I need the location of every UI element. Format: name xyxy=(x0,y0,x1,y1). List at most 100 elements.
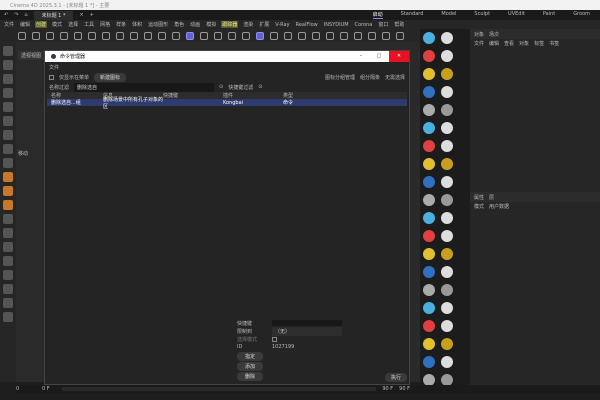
menu-item[interactable]: 网格 xyxy=(99,21,111,28)
timeline-slider[interactable] xyxy=(62,387,377,391)
tool-icon[interactable] xyxy=(3,116,13,126)
object-icon[interactable] xyxy=(423,338,435,350)
menu-item[interactable]: 动画 xyxy=(189,21,201,28)
object-icon[interactable] xyxy=(441,158,453,170)
tool-icon[interactable] xyxy=(3,242,13,252)
object-icon[interactable] xyxy=(441,104,453,116)
object-icon[interactable] xyxy=(441,32,453,44)
tool-icon[interactable] xyxy=(186,31,194,40)
object-icon[interactable] xyxy=(423,176,435,188)
tool-icon[interactable] xyxy=(3,88,13,98)
attr-menu-userdata[interactable]: 用户数据 xyxy=(489,203,509,210)
tool-icon[interactable] xyxy=(3,186,13,196)
menu-item[interactable]: 帮助 xyxy=(393,21,405,28)
layout-tab[interactable]: Sculpt xyxy=(474,11,490,19)
object-icon[interactable] xyxy=(423,356,435,368)
tool-icon[interactable] xyxy=(270,31,278,40)
table-row[interactable]: 删除选自...组 删除场景中所有孔子对象的区 Kongbai 命令 xyxy=(47,97,407,110)
close-button[interactable]: ✕ xyxy=(389,51,409,62)
menu-item[interactable]: 运动图形 xyxy=(147,21,169,28)
tool-icon[interactable] xyxy=(214,31,222,40)
end-frame[interactable]: 90 F xyxy=(382,386,393,392)
menu-item[interactable]: 扩展 xyxy=(258,21,270,28)
object-menu-item[interactable]: 标签 xyxy=(534,40,544,47)
object-icon[interactable] xyxy=(441,230,453,242)
object-icon[interactable] xyxy=(441,50,453,62)
layout-tab[interactable]: Model xyxy=(441,11,456,19)
tool-icon[interactable] xyxy=(130,31,138,40)
object-icon[interactable] xyxy=(423,104,435,116)
tab-takes[interactable]: 场次 xyxy=(489,31,499,38)
object-icon[interactable] xyxy=(423,86,435,98)
tool-icon[interactable] xyxy=(284,31,292,40)
icon-group-button[interactable]: 图标分组管理 xyxy=(325,74,355,81)
col-type[interactable]: 类型 xyxy=(283,92,343,99)
object-icon[interactable] xyxy=(423,230,435,242)
tool-icon[interactable] xyxy=(242,31,250,40)
tool-icon[interactable] xyxy=(340,31,348,40)
tool-icon[interactable] xyxy=(18,31,26,40)
clear-filter-icon[interactable]: ⊙ xyxy=(219,84,223,90)
layout-tab[interactable]: Standard xyxy=(401,11,424,19)
tool-icon[interactable] xyxy=(3,172,13,182)
menu-item[interactable]: 编辑 xyxy=(19,21,31,28)
tool-icon[interactable] xyxy=(354,31,362,40)
only-menu-checkbox[interactable] xyxy=(49,74,54,80)
shortcut-input[interactable] xyxy=(272,320,342,326)
object-icon[interactable] xyxy=(423,68,435,80)
menu-item[interactable]: 文件 xyxy=(3,21,15,28)
tool-icon[interactable] xyxy=(3,298,13,308)
layout-tab[interactable]: Paint xyxy=(543,11,555,19)
tool-icon[interactable] xyxy=(116,31,124,40)
undo-icon[interactable]: ↶ xyxy=(4,12,8,18)
object-menu-item[interactable]: 查看 xyxy=(504,40,514,47)
col-name[interactable]: 名称 xyxy=(47,92,103,99)
object-icon[interactable] xyxy=(423,140,435,152)
restrict-select[interactable]: （无） xyxy=(272,326,342,336)
object-icon[interactable] xyxy=(441,338,453,350)
menu-item[interactable]: RealFlow xyxy=(295,22,319,28)
tool-icon[interactable] xyxy=(3,312,13,322)
tool-icon[interactable] xyxy=(3,130,13,140)
select-mode-checkbox[interactable] xyxy=(272,336,277,342)
menu-item[interactable]: 窗口 xyxy=(377,21,389,28)
redo-icon[interactable]: ↷ xyxy=(14,12,18,18)
object-icon[interactable] xyxy=(423,302,435,314)
menu-item[interactable]: 工具 xyxy=(83,21,95,28)
object-icon[interactable] xyxy=(441,194,453,206)
add-button[interactable]: 添加 xyxy=(237,361,263,371)
tool-icon[interactable] xyxy=(3,228,13,238)
object-icon[interactable] xyxy=(441,266,453,278)
menu-item[interactable]: 选择 xyxy=(67,21,79,28)
menu-item[interactable]: 模拟 xyxy=(205,21,217,28)
menu-item[interactable]: 角色 xyxy=(173,21,185,28)
tool-icon[interactable] xyxy=(172,31,180,40)
minimize-button[interactable]: – xyxy=(353,51,369,62)
menu-item[interactable]: Corona xyxy=(354,22,374,28)
object-menu-item[interactable]: 书签 xyxy=(549,40,559,47)
tool-icon[interactable] xyxy=(60,31,68,40)
tool-icon[interactable] xyxy=(3,200,13,210)
tool-icon[interactable] xyxy=(298,31,306,40)
end-frame-2[interactable]: 90 F xyxy=(399,386,410,392)
add-tab-button[interactable]: + xyxy=(90,12,94,18)
object-icon[interactable] xyxy=(423,32,435,44)
tool-icon[interactable] xyxy=(3,256,13,266)
tool-icon[interactable] xyxy=(3,46,13,56)
tool-icon[interactable] xyxy=(256,31,264,40)
tool-icon[interactable] xyxy=(158,31,166,40)
delete-button[interactable]: 删除 xyxy=(237,371,263,381)
tool-icon[interactable] xyxy=(200,31,208,40)
tool-icon[interactable] xyxy=(3,60,13,70)
object-icon[interactable] xyxy=(423,50,435,62)
maximize-button[interactable]: □ xyxy=(371,51,387,62)
object-menu-item[interactable]: 编辑 xyxy=(489,40,499,47)
menu-item[interactable]: 体积 xyxy=(131,21,143,28)
object-menu-item[interactable]: 文件 xyxy=(474,40,484,47)
object-icon[interactable] xyxy=(423,194,435,206)
object-icon[interactable] xyxy=(423,284,435,296)
tool-icon[interactable] xyxy=(74,31,82,40)
tool-icon[interactable] xyxy=(3,144,13,154)
menu-item[interactable]: 模式 xyxy=(51,21,63,28)
object-icon[interactable] xyxy=(423,320,435,332)
